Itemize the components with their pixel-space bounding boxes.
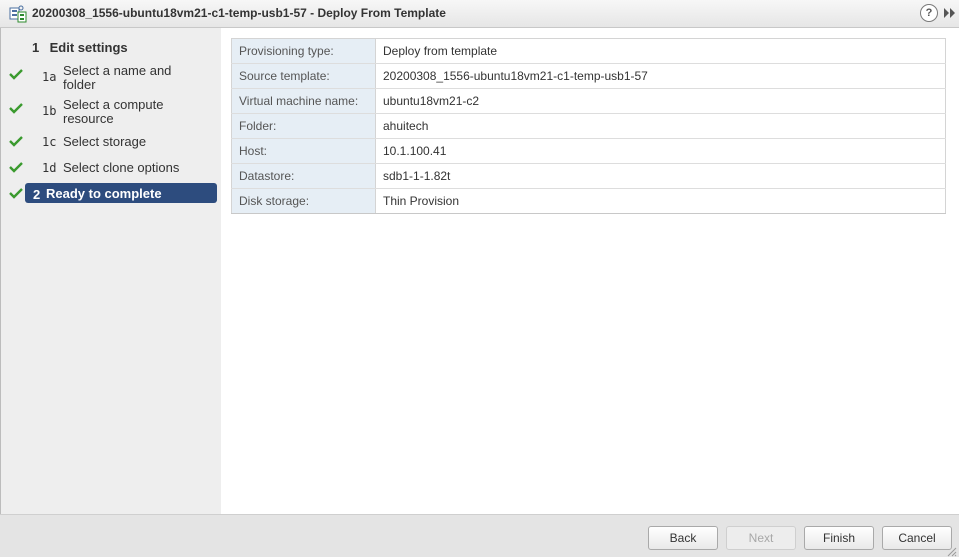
step-label: Select clone options	[63, 160, 180, 175]
help-icon[interactable]: ?	[920, 4, 938, 22]
expand-icon[interactable]	[943, 7, 956, 19]
step-label: Select storage	[63, 134, 147, 149]
summary-table: Provisioning type: Deploy from template …	[231, 38, 946, 214]
step-group-label: Edit settings	[49, 40, 128, 55]
back-button[interactable]: Back	[648, 526, 718, 550]
step-number: 1c	[42, 135, 57, 149]
vm-name-label: Virtual machine name:	[231, 88, 376, 114]
step-select-compute-resource[interactable]: 1b Select a compute resource	[1, 98, 222, 126]
vm-name-value: ubuntu18vm21-c2	[375, 88, 946, 114]
folder-value: ahuitech	[375, 113, 946, 139]
next-button[interactable]: Next	[726, 526, 796, 550]
step-number: 1d	[42, 161, 57, 175]
datastore-label: Datastore:	[231, 163, 376, 189]
resize-grip-icon[interactable]	[945, 545, 957, 557]
table-row: Provisioning type: Deploy from template	[231, 38, 946, 64]
deploy-template-icon	[9, 5, 27, 23]
datastore-value: sdb1-1-1.82t	[375, 163, 946, 189]
check-icon	[9, 188, 23, 199]
summary-panel: Provisioning type: Deploy from template …	[221, 28, 959, 514]
folder-label: Folder:	[231, 113, 376, 139]
check-icon	[9, 69, 23, 80]
table-row: Folder: ahuitech	[231, 113, 946, 139]
table-row: Host: 10.1.100.41	[231, 138, 946, 164]
step-select-storage[interactable]: 1c Select storage	[1, 135, 222, 151]
step-group-edit-settings: 1 Edit settings	[32, 40, 128, 55]
table-row: Disk storage: Thin Provision	[231, 188, 946, 214]
title-bar: 20200308_1556-ubuntu18vm21-c1-temp-usb1-…	[0, 0, 959, 28]
host-label: Host:	[231, 138, 376, 164]
step-number: 1b	[42, 104, 57, 118]
cancel-button[interactable]: Cancel	[882, 526, 952, 550]
step-select-name-folder[interactable]: 1a Select a name and folder	[1, 64, 222, 92]
step-label: Select a name and folder	[63, 63, 172, 92]
step-group-number: 1	[32, 40, 40, 55]
finish-button[interactable]: Finish	[804, 526, 874, 550]
check-icon	[9, 103, 23, 114]
window-title: 20200308_1556-ubuntu18vm21-c1-temp-usb1-…	[32, 6, 446, 20]
source-template-value: 20200308_1556-ubuntu18vm21-c1-temp-usb1-…	[375, 63, 946, 89]
wizard-steps-sidebar: 1 Edit settings 1a Select a name and fol…	[0, 28, 221, 514]
check-icon	[9, 162, 23, 173]
step-number: 2	[33, 187, 41, 202]
step-label: Select a compute resource	[63, 97, 164, 126]
step-label: Ready to complete	[46, 186, 162, 201]
source-template-label: Source template:	[231, 63, 376, 89]
wizard-footer: Back Next Finish Cancel	[0, 514, 959, 557]
host-value: 10.1.100.41	[375, 138, 946, 164]
disk-storage-label: Disk storage:	[231, 188, 376, 214]
table-row: Virtual machine name: ubuntu18vm21-c2	[231, 88, 946, 114]
step-select-clone-options[interactable]: 1d Select clone options	[1, 161, 222, 177]
provisioning-type-value: Deploy from template	[375, 38, 946, 64]
disk-storage-value: Thin Provision	[375, 188, 946, 214]
check-icon	[9, 136, 23, 147]
step-number: 1a	[42, 70, 57, 84]
table-row: Datastore: sdb1-1-1.82t	[231, 163, 946, 189]
step-ready-to-complete[interactable]: 2 Ready to complete	[1, 183, 222, 203]
provisioning-type-label: Provisioning type:	[231, 38, 376, 64]
table-row: Source template: 20200308_1556-ubuntu18v…	[231, 63, 946, 89]
